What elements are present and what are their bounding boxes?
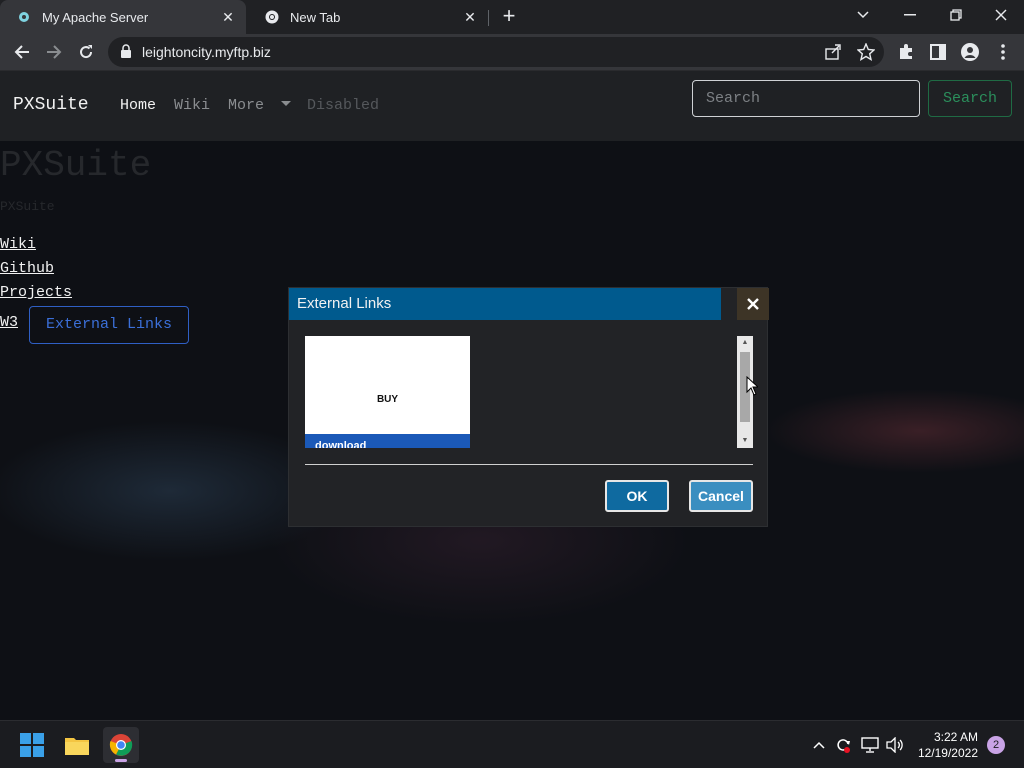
kebab-menu-icon[interactable] (993, 42, 1013, 62)
links-listbox[interactable]: BUY download ▲ ▼ (305, 336, 753, 448)
url-text[interactable]: leightoncity.myftp.biz (142, 44, 271, 60)
active-app-indicator (115, 759, 127, 762)
reload-icon[interactable] (73, 39, 99, 65)
restore-icon[interactable] (934, 0, 978, 30)
site-brand[interactable]: PXSuite (13, 95, 89, 115)
external-links-dialog: External Links BUY download ▲ ▼ OK Cance… (288, 287, 769, 527)
minimize-icon[interactable] (888, 0, 932, 30)
link-wiki[interactable]: Wiki (0, 236, 36, 253)
chrome-taskbar-icon[interactable] (103, 727, 139, 763)
web-page: PXSuite Home Wiki More Disabled Search S… (0, 71, 1024, 720)
download-label: download (315, 440, 367, 448)
file-explorer-icon[interactable] (59, 727, 95, 763)
dialog-divider (305, 464, 753, 465)
tab-search-chevron-icon[interactable] (841, 0, 885, 30)
scroll-up-arrow-icon[interactable]: ▲ (737, 336, 753, 350)
clock-date: 12/19/2022 (917, 746, 978, 760)
page-subtitle: PXSuite (0, 199, 55, 214)
link-thumbnail[interactable]: BUY download (305, 336, 470, 448)
link-projects[interactable]: Projects (0, 284, 72, 301)
forward-arrow-icon[interactable] (41, 39, 67, 65)
nav-disabled: Disabled (307, 97, 380, 114)
share-icon[interactable] (824, 43, 842, 66)
apache-favicon-icon (16, 9, 32, 25)
chrome-favicon-icon (264, 9, 280, 25)
site-navbar: PXSuite Home Wiki More Disabled Search S… (0, 71, 1024, 141)
window-close-icon[interactable] (979, 0, 1023, 30)
nav-wiki[interactable]: Wiki (174, 97, 210, 114)
link-github[interactable]: Github (0, 260, 54, 277)
cancel-button[interactable]: Cancel (689, 480, 753, 512)
bookmark-star-icon[interactable] (856, 42, 876, 66)
thumbnail-buy-text: BUY (376, 394, 399, 405)
back-arrow-icon[interactable] (9, 39, 35, 65)
nav-more-dropdown[interactable]: More (228, 97, 264, 114)
thumbnail-download-bar[interactable]: download (305, 434, 470, 448)
external-links-button[interactable]: External Links (29, 306, 189, 344)
link-w3[interactable]: W3 (0, 314, 18, 331)
dialog-title: External Links (297, 295, 392, 312)
profile-avatar-icon[interactable] (960, 42, 980, 62)
new-tab-plus-icon[interactable]: + (498, 5, 520, 28)
extensions-puzzle-icon[interactable] (896, 42, 916, 62)
lock-icon[interactable] (120, 44, 132, 64)
browser-toolbar: leightoncity.myftp.biz (0, 34, 1024, 71)
side-panel-icon[interactable] (928, 42, 948, 62)
windows-start-icon[interactable] (14, 727, 50, 763)
mouse-pointer-icon (746, 375, 760, 401)
ok-button[interactable]: OK (605, 480, 669, 512)
tab-title: New Tab (290, 9, 341, 25)
notification-badge[interactable]: 2 (987, 736, 1005, 754)
search-button[interactable]: Search (928, 80, 1012, 117)
close-tab-icon[interactable]: ✕ (218, 7, 238, 27)
tab-new-tab[interactable]: New Tab ✕ (248, 0, 488, 34)
dialog-close-icon[interactable] (737, 288, 769, 320)
dialog-header: External Links (289, 288, 721, 320)
caret-down-icon[interactable] (281, 101, 291, 106)
search-input[interactable]: Search (692, 80, 920, 117)
browser-tabstrip: My Apache Server ✕ New Tab ✕ + (0, 0, 1024, 34)
network-icon[interactable] (860, 735, 880, 755)
volume-icon[interactable] (885, 735, 905, 755)
system-clock[interactable]: 3:22 AM 12/19/2022 (906, 729, 978, 761)
tab-separator (488, 10, 489, 26)
tab-title: My Apache Server (42, 9, 149, 25)
show-hidden-icons-chevron-icon[interactable] (809, 735, 829, 755)
nav-home[interactable]: Home (120, 97, 156, 114)
address-bar[interactable]: leightoncity.myftp.biz (108, 37, 884, 67)
clock-time: 3:22 AM (933, 730, 978, 744)
page-title: PXSuite (0, 145, 152, 186)
sync-status-icon[interactable] (833, 735, 853, 755)
tab-my-apache-server[interactable]: My Apache Server ✕ (0, 0, 246, 34)
close-tab-icon[interactable]: ✕ (460, 7, 480, 27)
scroll-down-arrow-icon[interactable]: ▼ (737, 434, 753, 448)
windows-taskbar: 3:22 AM 12/19/2022 2 (0, 720, 1024, 768)
